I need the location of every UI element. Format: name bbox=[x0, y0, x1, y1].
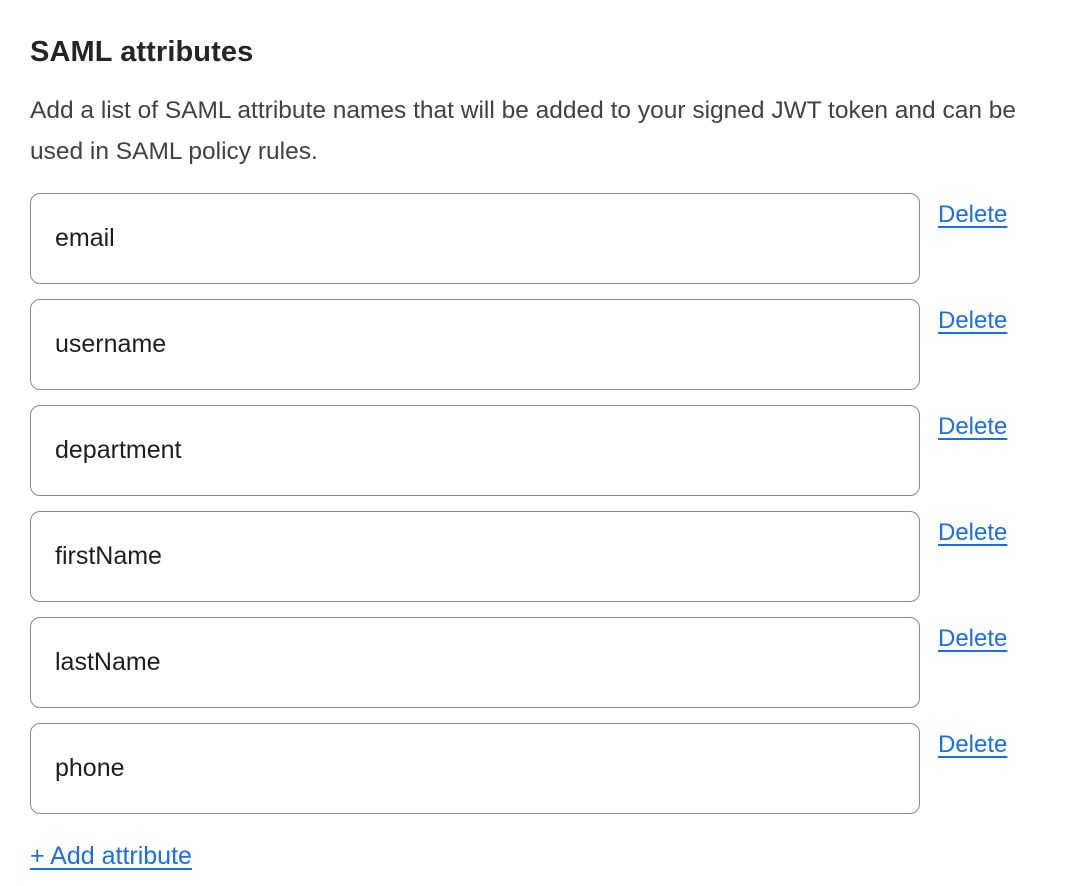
add-attribute-link[interactable]: + Add attribute bbox=[30, 841, 192, 871]
delete-link[interactable]: Delete bbox=[938, 307, 1007, 335]
page-title: SAML attributes bbox=[30, 36, 1036, 68]
attribute-input[interactable] bbox=[30, 299, 920, 390]
delete-link[interactable]: Delete bbox=[938, 625, 1007, 653]
attribute-row: Delete bbox=[30, 299, 1036, 390]
section-description: Add a list of SAML attribute names that … bbox=[30, 90, 1032, 172]
attribute-row: Delete bbox=[30, 511, 1036, 602]
attribute-row: Delete bbox=[30, 617, 1036, 708]
attribute-row: Delete bbox=[30, 193, 1036, 284]
attribute-input[interactable] bbox=[30, 617, 920, 708]
delete-link[interactable]: Delete bbox=[938, 201, 1007, 229]
attribute-input[interactable] bbox=[30, 193, 920, 284]
attribute-row: Delete bbox=[30, 723, 1036, 814]
delete-link[interactable]: Delete bbox=[938, 519, 1007, 547]
delete-link[interactable]: Delete bbox=[938, 413, 1007, 441]
attribute-row: Delete bbox=[30, 405, 1036, 496]
delete-link[interactable]: Delete bbox=[938, 731, 1007, 759]
attribute-list: Delete Delete Delete Delete Delete Delet… bbox=[30, 193, 1036, 814]
attribute-input[interactable] bbox=[30, 511, 920, 602]
attribute-input[interactable] bbox=[30, 405, 920, 496]
saml-attributes-section: SAML attributes Add a list of SAML attri… bbox=[0, 0, 1066, 886]
attribute-input[interactable] bbox=[30, 723, 920, 814]
